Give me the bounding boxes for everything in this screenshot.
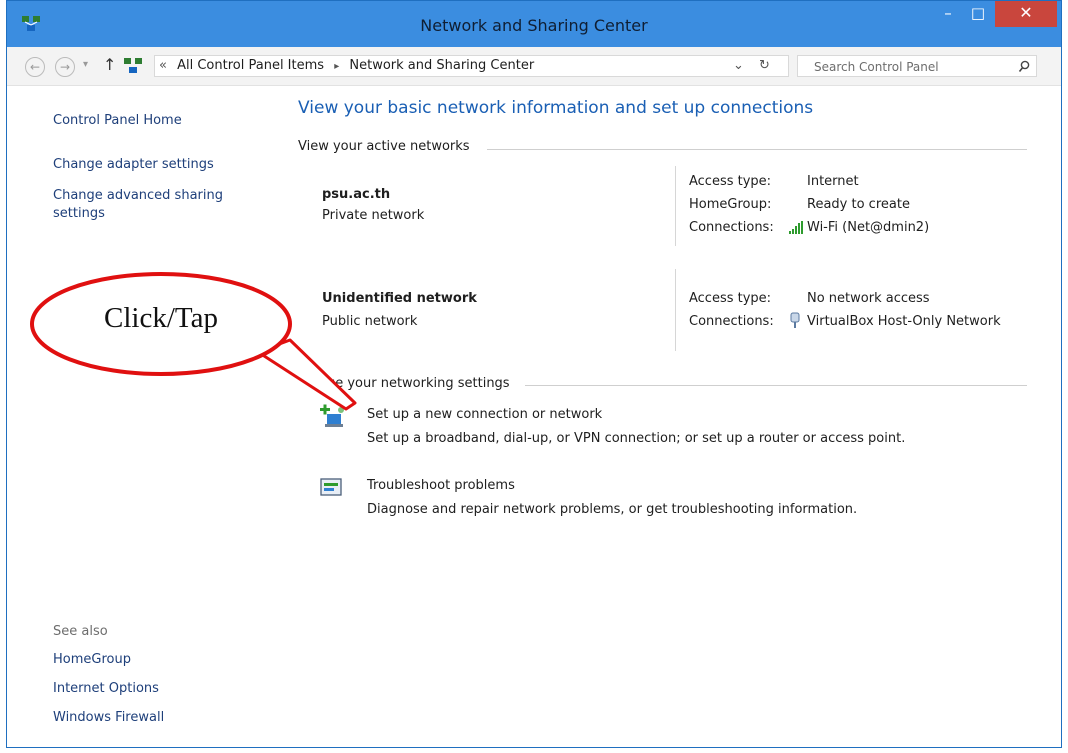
callout-overlay — [30, 272, 357, 411]
callout-text: Click/Tap — [104, 302, 218, 334]
